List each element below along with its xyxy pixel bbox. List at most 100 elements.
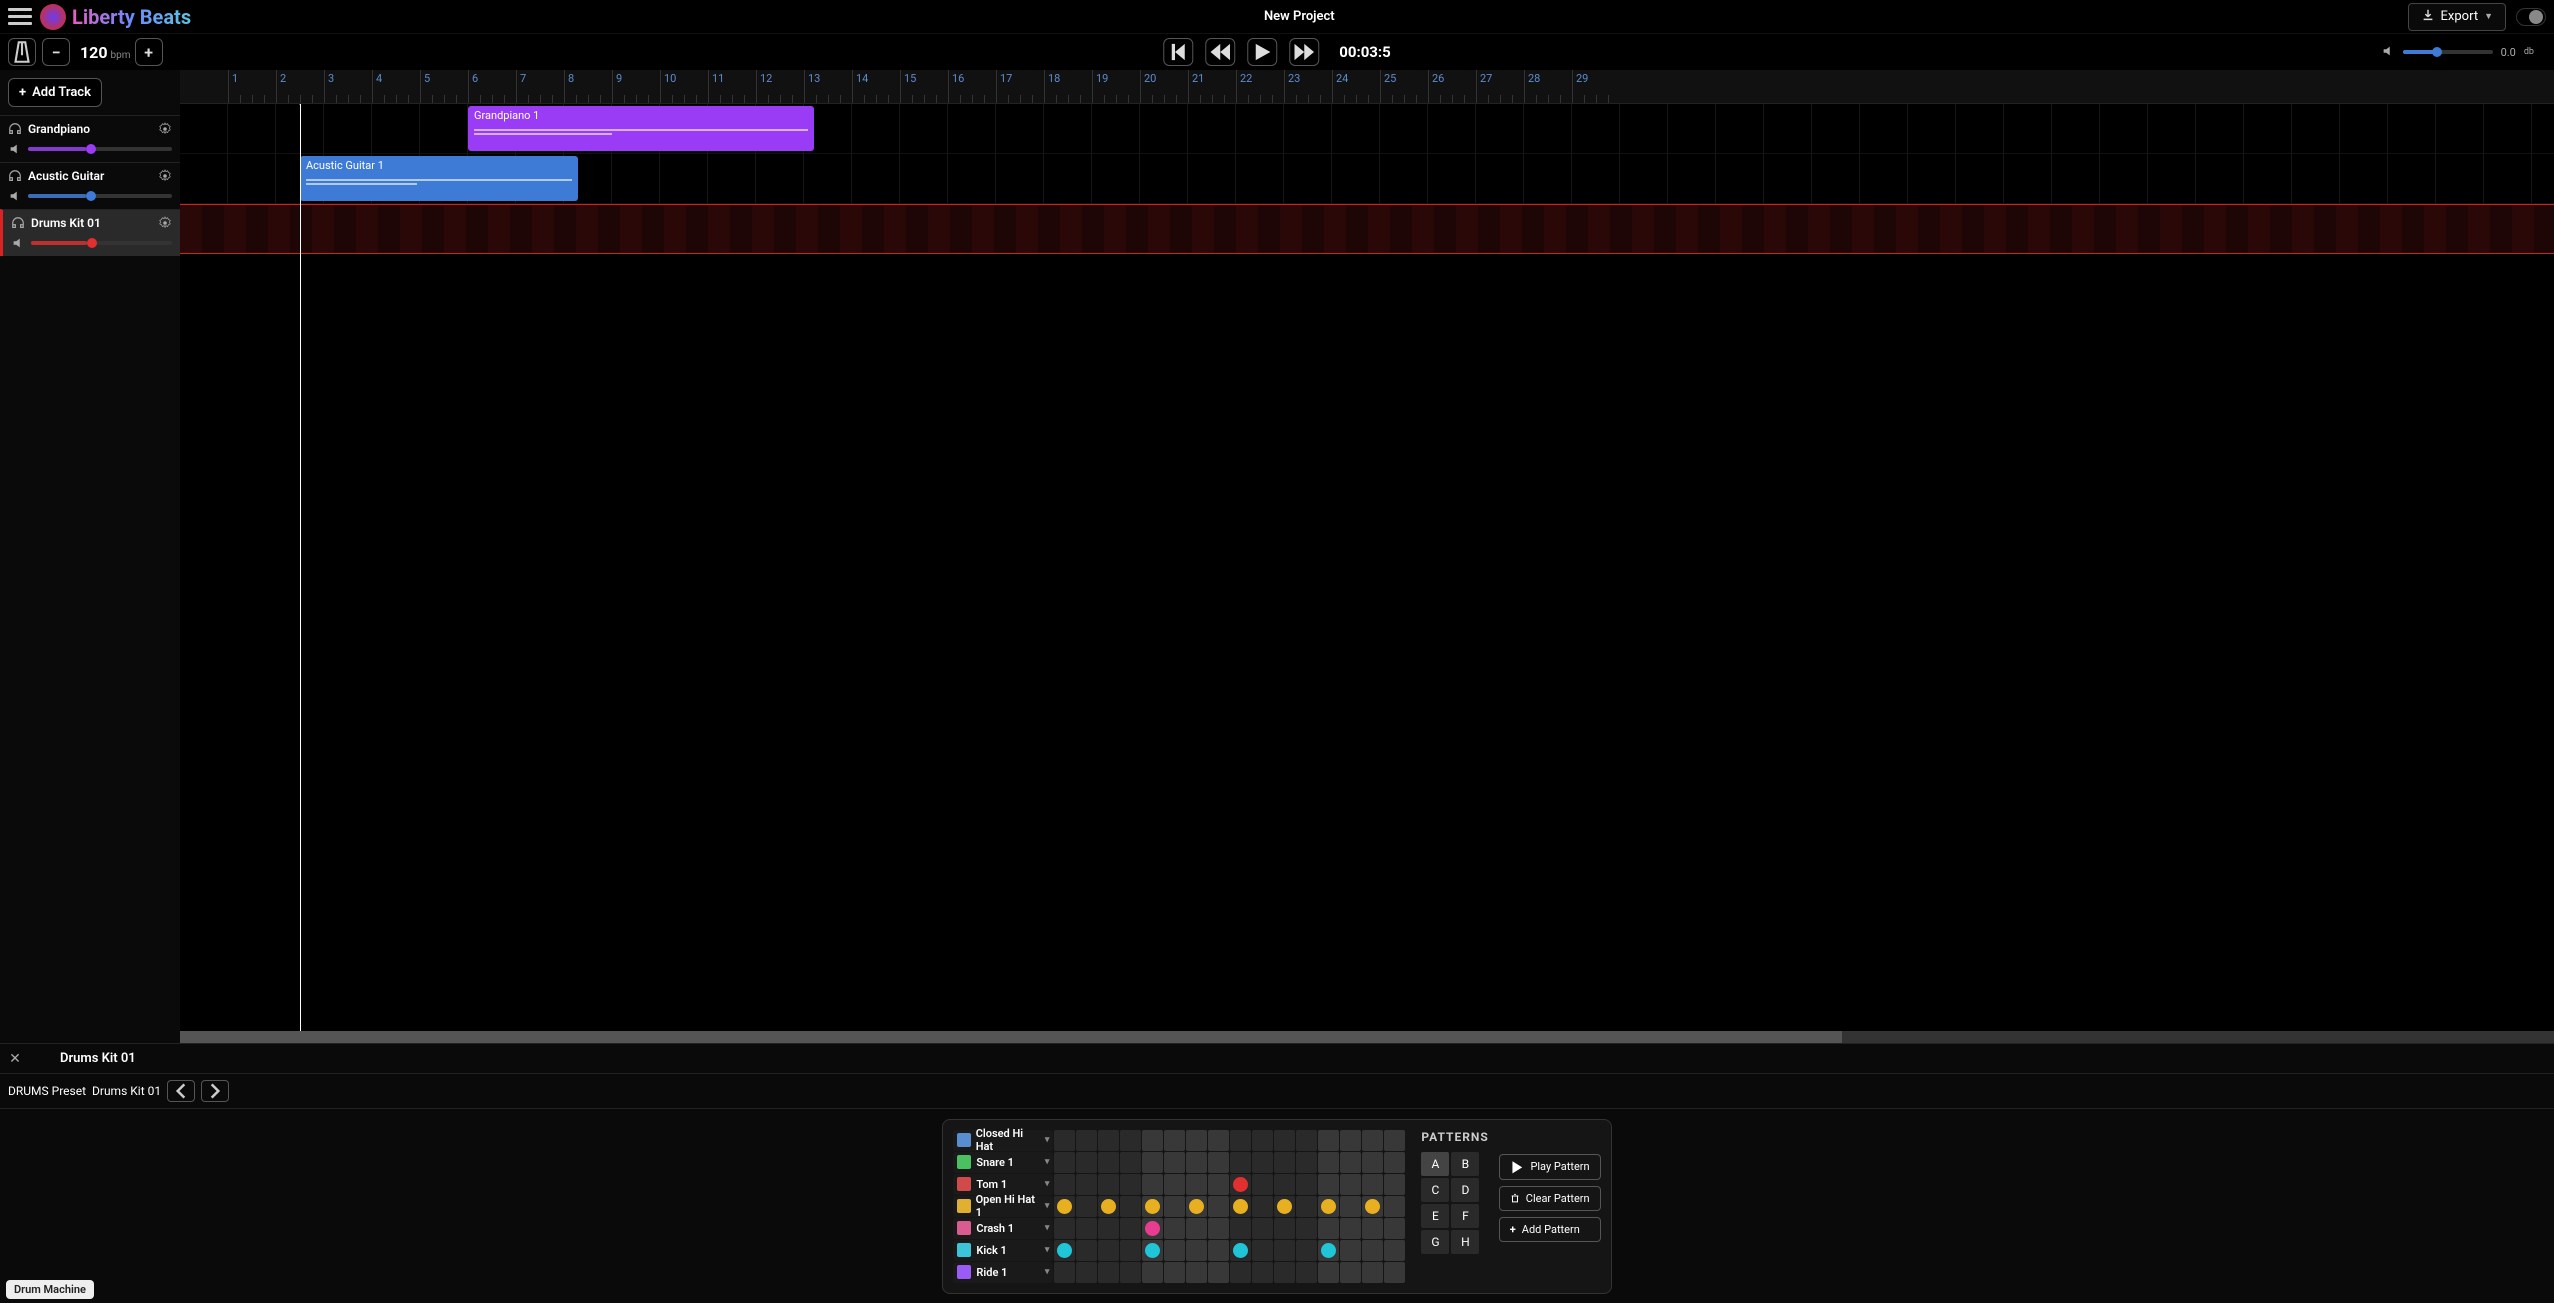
pattern-button[interactable]: C [1421, 1178, 1449, 1202]
drum-step-cell[interactable] [1120, 1262, 1141, 1283]
drum-step-cell[interactable] [1274, 1174, 1295, 1195]
drum-step-cell[interactable] [1384, 1218, 1405, 1239]
clip[interactable]: Acustic Guitar 1 [300, 156, 578, 201]
track-lane[interactable] [180, 204, 2554, 254]
speaker-icon[interactable] [11, 236, 25, 250]
drum-step-cell[interactable] [1274, 1152, 1295, 1173]
drum-step-cell[interactable] [1076, 1174, 1097, 1195]
drum-step-cell[interactable] [1142, 1130, 1163, 1151]
drum-step-cell[interactable] [1164, 1174, 1185, 1195]
drum-step-cell[interactable] [1318, 1152, 1339, 1173]
drum-step-cell[interactable] [1076, 1196, 1097, 1217]
drum-row-label[interactable]: Closed Hi Hat▾ [953, 1130, 1053, 1151]
drum-step-cell[interactable] [1208, 1152, 1229, 1173]
track-head[interactable]: Drums Kit 01 [0, 209, 180, 256]
preset-prev-button[interactable] [167, 1080, 195, 1102]
drum-step-cell[interactable] [1230, 1262, 1251, 1283]
drum-step-cell[interactable] [1098, 1196, 1119, 1217]
drum-step-cell[interactable] [1142, 1240, 1163, 1261]
drum-step-cell[interactable] [1384, 1174, 1405, 1195]
drum-step-cell[interactable] [1230, 1240, 1251, 1261]
gear-icon[interactable] [158, 122, 172, 136]
drum-step-cell[interactable] [1318, 1218, 1339, 1239]
drum-step-cell[interactable] [1164, 1152, 1185, 1173]
drum-step-cell[interactable] [1362, 1196, 1383, 1217]
preset-next-button[interactable] [201, 1080, 229, 1102]
drum-step-cell[interactable] [1340, 1196, 1361, 1217]
drum-step-cell[interactable] [1164, 1262, 1185, 1283]
drum-step-cell[interactable] [1142, 1262, 1163, 1283]
speaker-icon[interactable] [8, 142, 22, 156]
headphones-icon[interactable] [11, 216, 25, 230]
pattern-button[interactable]: G [1421, 1230, 1449, 1254]
drum-step-cell[interactable] [1384, 1196, 1405, 1217]
drum-step-cell[interactable] [1230, 1196, 1251, 1217]
drum-step-cell[interactable] [1098, 1240, 1119, 1261]
drum-step-cell[interactable] [1164, 1218, 1185, 1239]
track-head[interactable]: Grandpiano [0, 115, 180, 162]
drum-step-cell[interactable] [1274, 1196, 1295, 1217]
skip-start-button[interactable] [1163, 38, 1193, 66]
drum-step-cell[interactable] [1252, 1196, 1273, 1217]
pattern-button[interactable]: D [1451, 1178, 1479, 1202]
drum-step-cell[interactable] [1076, 1218, 1097, 1239]
drum-step-cell[interactable] [1296, 1152, 1317, 1173]
drum-step-cell[interactable] [1362, 1174, 1383, 1195]
drum-step-cell[interactable] [1054, 1262, 1075, 1283]
add-track-button[interactable]: + Add Track [8, 78, 102, 107]
drum-step-cell[interactable] [1120, 1218, 1141, 1239]
drum-step-cell[interactable] [1186, 1130, 1207, 1151]
drum-step-cell[interactable] [1186, 1262, 1207, 1283]
pattern-button[interactable]: B [1451, 1152, 1479, 1176]
bpm-decrease-button[interactable]: − [42, 38, 70, 66]
play-pattern-button[interactable]: Play Pattern [1499, 1154, 1601, 1181]
drum-step-cell[interactable] [1274, 1262, 1295, 1283]
drum-step-cell[interactable] [1340, 1174, 1361, 1195]
timeline-ruler[interactable]: 1234567891011121314151617181920212223242… [180, 70, 2554, 104]
track-head[interactable]: Acustic Guitar [0, 162, 180, 209]
add-pattern-button[interactable]: + Add Pattern [1499, 1217, 1601, 1242]
drum-step-cell[interactable] [1252, 1174, 1273, 1195]
drum-step-cell[interactable] [1120, 1240, 1141, 1261]
metronome-button[interactable] [8, 38, 36, 66]
drum-step-cell[interactable] [1164, 1240, 1185, 1261]
drum-step-cell[interactable] [1296, 1240, 1317, 1261]
drum-step-cell[interactable] [1142, 1196, 1163, 1217]
drum-step-cell[interactable] [1362, 1240, 1383, 1261]
drum-step-cell[interactable] [1120, 1196, 1141, 1217]
drum-step-cell[interactable] [1164, 1130, 1185, 1151]
drum-step-cell[interactable] [1076, 1130, 1097, 1151]
drum-step-cell[interactable] [1186, 1196, 1207, 1217]
drum-step-cell[interactable] [1186, 1218, 1207, 1239]
drum-step-cell[interactable] [1054, 1218, 1075, 1239]
pattern-button[interactable]: A [1421, 1152, 1449, 1176]
drum-step-cell[interactable] [1054, 1174, 1075, 1195]
theme-toggle[interactable] [2516, 8, 2546, 26]
track-volume-slider[interactable] [28, 194, 172, 198]
drum-step-cell[interactable] [1252, 1152, 1273, 1173]
headphones-icon[interactable] [8, 169, 22, 183]
drum-step-cell[interactable] [1076, 1240, 1097, 1261]
horizontal-scrollbar[interactable] [180, 1031, 2554, 1043]
playhead[interactable] [300, 104, 301, 1031]
drum-step-cell[interactable] [1318, 1174, 1339, 1195]
drum-machine-tab[interactable]: Drum Machine [6, 1280, 94, 1299]
drum-step-cell[interactable] [1274, 1240, 1295, 1261]
drum-step-cell[interactable] [1362, 1218, 1383, 1239]
drum-step-cell[interactable] [1296, 1218, 1317, 1239]
drum-step-cell[interactable] [1230, 1174, 1251, 1195]
drum-step-cell[interactable] [1098, 1174, 1119, 1195]
clear-pattern-button[interactable]: Clear Pattern [1499, 1186, 1601, 1211]
track-volume-slider[interactable] [28, 147, 172, 151]
drum-step-cell[interactable] [1362, 1262, 1383, 1283]
drum-step-cell[interactable] [1340, 1218, 1361, 1239]
drum-step-cell[interactable] [1318, 1240, 1339, 1261]
drum-step-cell[interactable] [1340, 1152, 1361, 1173]
drum-step-cell[interactable] [1340, 1130, 1361, 1151]
drum-step-cell[interactable] [1318, 1196, 1339, 1217]
drum-step-cell[interactable] [1120, 1174, 1141, 1195]
drum-step-cell[interactable] [1120, 1130, 1141, 1151]
drum-row-label[interactable]: Snare 1▾ [953, 1152, 1053, 1173]
drum-step-cell[interactable] [1208, 1174, 1229, 1195]
drum-step-cell[interactable] [1384, 1152, 1405, 1173]
